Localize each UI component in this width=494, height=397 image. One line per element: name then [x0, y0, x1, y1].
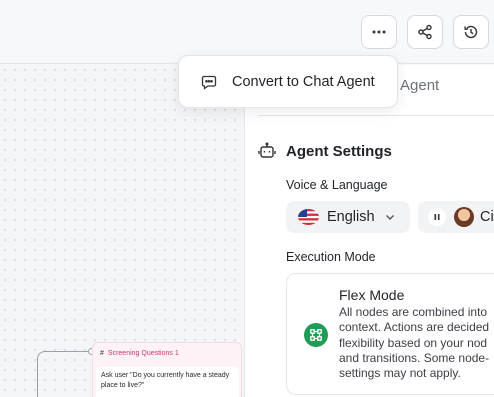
node-hash: # — [100, 350, 104, 357]
flex-mode-description: All nodes are combined into context. Act… — [339, 305, 494, 381]
flow-canvas[interactable]: # Screening Questions 1 Ask user "Do you … — [0, 65, 244, 397]
voice-avatar — [454, 207, 474, 227]
voice-value: Ci — [480, 209, 494, 225]
flex-mode-icon — [304, 323, 328, 347]
execution-mode-label: Execution Mode — [286, 250, 376, 264]
history-icon — [464, 25, 478, 39]
agent-settings-label: Agent Settings — [286, 142, 392, 160]
node-title: Screening Questions 1 — [107, 350, 179, 357]
node-header: # Screening Questions 1 — [100, 350, 179, 357]
panel-divider — [258, 115, 494, 116]
chevron-down-icon — [385, 215, 394, 220]
flex-desc-line: and transitions. Some node- — [339, 350, 490, 365]
flex-mode-title: Flex Mode — [339, 287, 405, 303]
language-value: English — [327, 209, 375, 225]
us-flag-icon — [298, 209, 319, 225]
language-select[interactable]: English — [286, 201, 410, 233]
voice-language-label: Voice & Language — [286, 178, 388, 192]
flex-desc-line: All nodes are combined into — [339, 305, 488, 319]
voice-select[interactable]: Ci — [418, 201, 494, 233]
more-options-menu: Convert to Chat Agent — [178, 55, 398, 108]
voice-preview-button[interactable] — [428, 208, 446, 226]
flex-desc-line: flexibility based on your nod — [339, 335, 488, 350]
history-button[interactable] — [453, 15, 489, 49]
more-horizontal-icon — [372, 30, 386, 34]
convert-to-chat-agent-item[interactable]: Convert to Chat Agent — [232, 74, 375, 90]
more-options-button[interactable] — [361, 15, 397, 49]
node-instruction: Ask user "Do you currently have a steady… — [96, 367, 239, 397]
share-button[interactable] — [407, 15, 443, 49]
pause-icon — [434, 214, 440, 220]
robot-icon — [258, 142, 276, 158]
flex-mode-option[interactable]: Flex Mode All nodes are combined into co… — [286, 273, 494, 395]
settings-panel: st Agent Agent Settings Voice & Language… — [244, 65, 494, 397]
flow-node[interactable]: # Screening Questions 1 Ask user "Do you … — [92, 342, 242, 397]
node-connection-edge — [37, 351, 93, 397]
share-icon — [418, 24, 432, 40]
agent-settings-header[interactable]: Agent Settings — [258, 142, 392, 160]
chat-bubble-icon — [201, 75, 217, 90]
flex-desc-line: settings may not apply. — [339, 366, 461, 381]
flex-desc-line: context. Actions are decided — [339, 320, 490, 335]
